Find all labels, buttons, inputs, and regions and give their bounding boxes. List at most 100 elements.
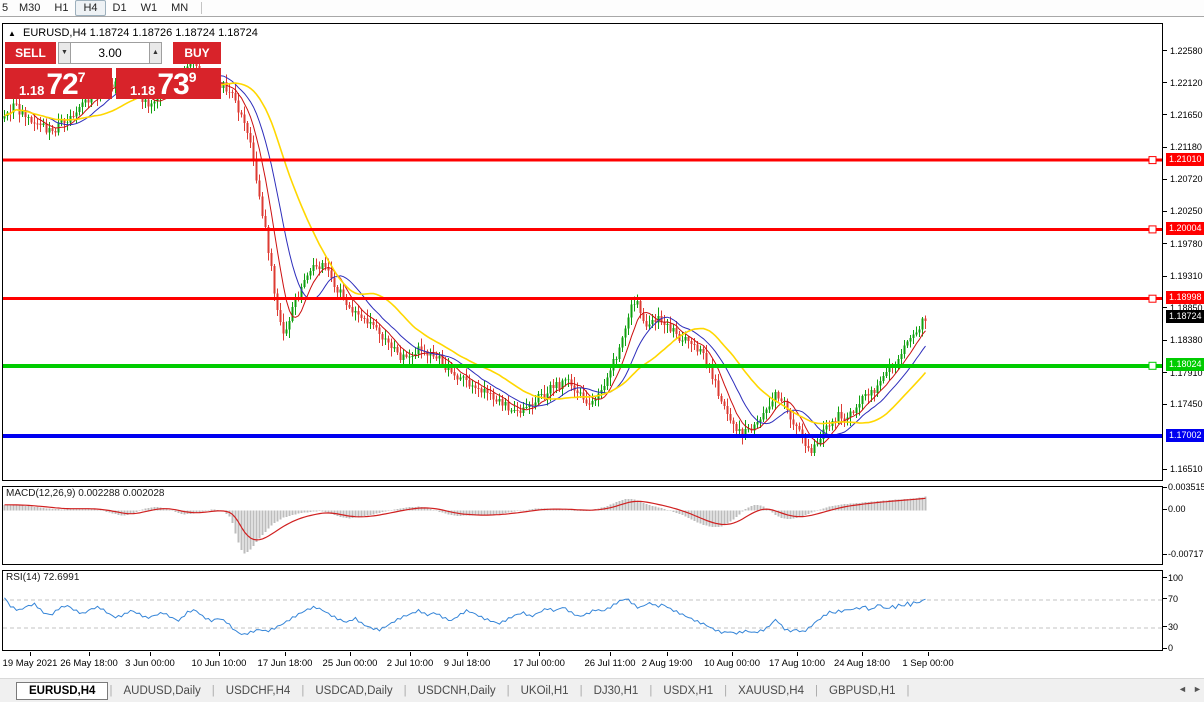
macd-signal-line [4,497,926,541]
chart-tab-gbpusd[interactable]: GBPUSD,H1 [819,683,905,699]
chart-tab-ukoil[interactable]: UKOil,H1 [511,683,579,699]
time-tick-mark [928,652,929,656]
rsi-indicator-svg [3,597,1162,636]
macd-tick-label: 0.003515 [1168,482,1204,493]
toolbar-timeframe-w1[interactable]: W1 [134,1,165,16]
time-tick-mark [797,652,798,656]
trade-prices-row: 1.18 72 7 1.18 73 9 [5,68,221,101]
collapse-icon[interactable]: ▲ [8,29,16,38]
buy-price-display[interactable]: 1.18 73 9 [116,68,221,101]
time-tick-mark [539,652,540,656]
time-tick-mark [862,652,863,656]
chart-tab-usdcnh[interactable]: USDCNH,Daily [408,683,506,699]
mt4-window: 5 M30 H1 H4 D1 W1 MN ▲ EURUSD,H4 1.18724 1.187… [0,0,1204,702]
tab-separator: | [109,684,113,697]
rsi-panel[interactable] [2,570,1163,651]
price-tick-label: 1.21180 [1170,142,1202,153]
toolbar-timeframe-h4[interactable]: H4 [75,0,106,16]
rsi-tick-mark [1163,598,1167,600]
chart-tab-usdchf[interactable]: USDCHF,H4 [216,683,301,699]
tab-scroll-left-button[interactable]: ◄ [1178,684,1187,694]
time-axis-label: 9 Jul 18:00 [443,658,491,669]
toolbar-timeframe-5[interactable]: 5 [0,1,12,16]
tab-scroll-right-button[interactable]: ► [1193,684,1202,694]
chart-tab-usdx[interactable]: USDX,H1 [653,683,723,699]
price-tick-mark [1163,243,1167,245]
chart-tab-audusd[interactable]: AUDUSD,Daily [113,683,210,699]
macd-tick-mark [1163,508,1167,510]
buy-price-sup: 9 [188,69,197,85]
toolbar-separator [201,2,203,14]
price-tick-label: 1.17450 [1170,399,1203,410]
chart-tab-xauusd[interactable]: XAUUSD,H4 [728,683,814,699]
tab-separator: | [649,684,653,697]
rsi-tick-mark [1163,647,1167,649]
price-tick-label: 1.20720 [1170,174,1203,185]
toolbar-timeframe-d1[interactable]: D1 [106,1,134,16]
price-tick-label: 1.18380 [1170,335,1203,346]
time-tick-mark [610,652,611,656]
time-tick-mark [219,652,220,656]
price-level-tag-1.17002: 1.17002 [1166,428,1204,442]
time-axis-label: 10 Jun 10:00 [191,658,247,669]
volume-increase-button[interactable]: ▲ [149,42,162,64]
toolbar-timeframe-m30[interactable]: M30 [12,1,47,16]
tab-separator: | [815,684,818,697]
ma-line-medium [4,74,926,436]
price-tick-mark [1163,307,1167,309]
volume-decrease-button[interactable]: ▼ [58,42,71,64]
macd-tick-mark [1163,553,1167,555]
chart-tab-eurusd[interactable]: EURUSD,H4 [16,681,109,700]
time-tick-mark [732,652,733,656]
time-tick-mark [350,652,351,656]
toolbar-timeframe-h1[interactable]: H1 [47,1,75,16]
buy-price-big: 73 [157,68,189,101]
tab-separator: | [301,684,305,697]
price-tick-label: 1.19780 [1170,238,1203,249]
sell-price-display[interactable]: 1.18 72 7 [5,68,112,100]
time-axis-label: 2 Jul 10:00 [386,658,434,669]
toolbar-timeframe-mn[interactable]: MN [164,1,195,16]
price-tick-label: 1.22580 [1170,45,1203,56]
price-level-tag-1.18998: 1.18998 [1166,291,1204,305]
time-axis-label: 17 Jun 18:00 [257,658,313,669]
tab-separator: | [506,684,510,697]
price-level-tag-1.20004: 1.20004 [1166,221,1204,235]
time-axis-label: 3 Jun 00:00 [125,658,175,669]
chart-tab-dj30[interactable]: DJ30,H1 [584,683,649,699]
level-handle-1.20004[interactable] [1148,225,1157,234]
level-handle-1.18998[interactable] [1148,294,1157,303]
time-axis-label: 25 Jun 00:00 [322,658,378,669]
price-tick-label: 1.21650 [1170,109,1203,120]
trade-controls-row: SELL ▼ ▲ BUY [5,42,221,64]
macd-tick-label: 0.00 [1168,504,1186,515]
price-tick-mark [1163,114,1167,116]
price-tick-mark [1163,146,1167,148]
buy-button[interactable]: BUY [173,42,221,64]
tab-separator: | [211,684,215,697]
chart-tab-usdcad[interactable]: USDCAD,Daily [305,683,402,699]
time-axis-label: 17 Aug 10:00 [769,658,825,669]
time-tick-mark [285,652,286,656]
time-tick-mark [89,652,90,656]
ma-line-fast [4,68,926,445]
macd-panel[interactable] [2,486,1163,565]
price-tick-mark [1163,210,1167,212]
time-tick-mark [30,652,31,656]
rsi-header-label: RSI(14) 72.6991 [6,572,80,583]
rsi-tick-label: 0 [1168,643,1174,654]
time-axis-label: 17 Jul 00:00 [513,658,565,669]
one-click-trading-panel: SELL ▼ ▲ BUY 1.18 72 7 1.18 73 9 [5,42,221,101]
sell-price-prefix: 1.18 [19,83,45,98]
time-axis-label: 19 May 2021 [2,658,58,669]
time-axis-label: 24 Aug 18:00 [834,658,890,669]
chart-title: ▲ EURUSD,H4 1.18724 1.18726 1.18724 1.18… [8,27,258,39]
volume-input[interactable] [71,42,149,64]
macd-tick-mark [1163,486,1167,488]
level-handle-1.18024[interactable] [1148,361,1157,370]
sell-button[interactable]: SELL [5,42,56,64]
price-tick-label: 1.20250 [1170,206,1203,217]
sell-price-sup: 7 [77,69,86,85]
time-axis-label: 2 Aug 19:00 [641,658,693,669]
level-handle-1.21010[interactable] [1148,156,1157,165]
